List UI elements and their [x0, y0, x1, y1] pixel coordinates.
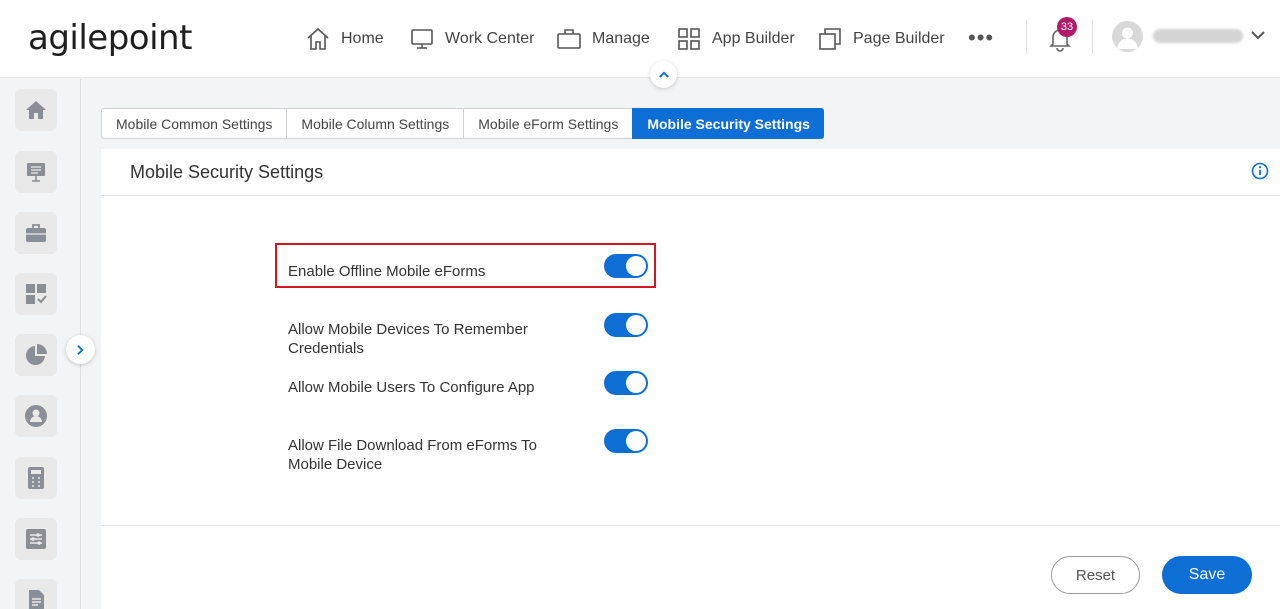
sidebar-calculator-icon[interactable] — [15, 457, 57, 499]
sidebar-app-grid-icon[interactable] — [15, 273, 57, 315]
tab-mobile-common-settings[interactable]: Mobile Common Settings — [101, 108, 287, 139]
reset-button[interactable]: Reset — [1051, 556, 1140, 594]
divider — [101, 525, 1280, 526]
toggle-knob — [626, 256, 646, 276]
nav-app-builder[interactable]: App Builder — [676, 24, 795, 54]
copy-pages-icon — [819, 28, 841, 50]
grid-icon — [678, 28, 700, 50]
collapse-header-button[interactable] — [650, 61, 677, 88]
toggle-enable-offline-mobile-eforms[interactable] — [604, 254, 648, 278]
sidebar-sliders-icon[interactable] — [15, 518, 57, 560]
nav-app-builder-label: App Builder — [712, 30, 795, 47]
setting-label-allow-configure-app: Allow Mobile Users To Configure App — [288, 379, 535, 396]
user-avatar[interactable] — [1112, 21, 1143, 52]
toggle-allow-file-download[interactable] — [604, 429, 648, 453]
sidebar-briefcase-icon[interactable] — [15, 212, 57, 254]
top-bar: agilepoint Home Work Center Manage App B… — [0, 0, 1280, 78]
sidebar-pie-chart-icon[interactable] — [15, 334, 57, 376]
notification-count-badge: 33 — [1057, 17, 1077, 37]
tab-mobile-security-settings[interactable]: Mobile Security Settings — [632, 108, 824, 139]
expand-sidebar-button[interactable] — [66, 335, 95, 364]
setting-label-enable-offline-mobile-eforms: Enable Offline Mobile eForms — [288, 263, 486, 280]
user-name-redacted[interactable] — [1153, 29, 1243, 43]
nav-home[interactable]: Home — [305, 24, 384, 54]
sidebar-presentation-icon[interactable] — [15, 151, 57, 193]
nav-page-builder-label: Page Builder — [853, 30, 945, 47]
agilepoint-logo[interactable]: agilepoint — [28, 18, 192, 58]
settings-tabs: Mobile Common Settings Mobile Column Set… — [101, 108, 824, 139]
tab-mobile-eform-settings[interactable]: Mobile eForm Settings — [463, 108, 633, 139]
toggle-allow-remember-credentials[interactable] — [604, 313, 648, 337]
toggle-knob — [626, 315, 646, 335]
nav-manage-label: Manage — [592, 30, 650, 47]
nav-manage[interactable]: Manage — [556, 24, 650, 54]
toggle-knob — [626, 431, 646, 451]
nav-home-label: Home — [341, 30, 384, 47]
divider — [1026, 20, 1027, 54]
chevron-down-icon[interactable] — [1250, 28, 1266, 42]
setting-label-allow-remember-credentials: Allow Mobile Devices To Remember Credent… — [288, 321, 528, 357]
sidebar-home-icon[interactable] — [15, 89, 57, 131]
toggle-knob — [626, 373, 646, 393]
home-icon — [307, 27, 329, 50]
setting-label-allow-file-download: Allow File Download From eForms To Mobil… — [288, 437, 537, 473]
chevron-up-icon — [658, 71, 669, 78]
monitor-icon — [411, 29, 433, 49]
info-icon[interactable] — [1251, 162, 1269, 180]
save-button[interactable]: Save — [1162, 556, 1252, 594]
divider — [1092, 20, 1093, 54]
nav-page-builder[interactable]: Page Builder — [817, 24, 945, 54]
settings-panel: Mobile Security Settings Enable Offline … — [101, 149, 1280, 609]
panel-title: Mobile Security Settings — [130, 162, 324, 182]
toggle-allow-configure-app[interactable] — [604, 371, 648, 395]
sidebar-user-icon[interactable] — [15, 395, 57, 437]
nav-work-center[interactable]: Work Center — [409, 24, 535, 54]
nav-work-center-label: Work Center — [445, 30, 535, 47]
briefcase-icon — [557, 29, 581, 49]
chevron-right-icon — [77, 344, 84, 355]
sidebar-document-icon[interactable] — [15, 579, 57, 609]
divider — [101, 195, 1280, 196]
more-menu-icon[interactable]: ••• — [968, 27, 994, 49]
tab-mobile-column-settings[interactable]: Mobile Column Settings — [286, 108, 464, 139]
